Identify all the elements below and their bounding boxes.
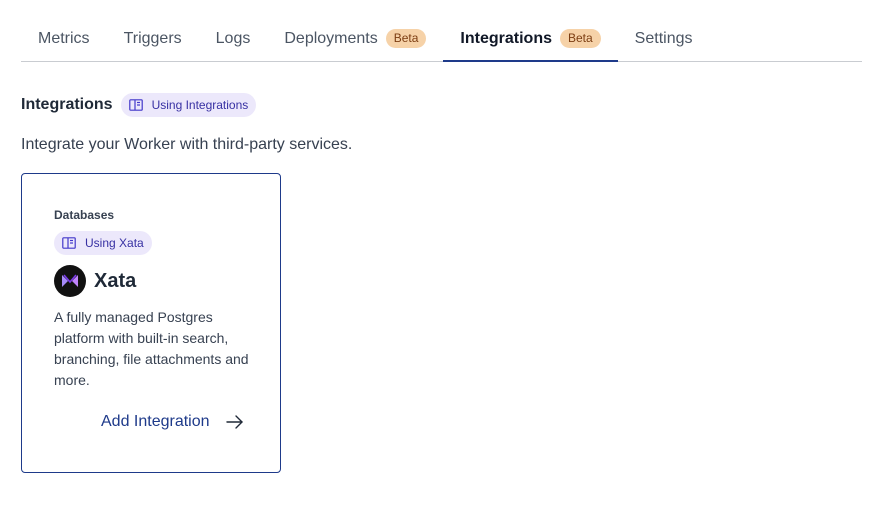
doc-link-label: Using Xata xyxy=(85,236,144,250)
integration-name: Xata xyxy=(94,269,137,292)
tab-label: Logs xyxy=(215,29,251,47)
tab-metrics[interactable]: Metrics xyxy=(21,16,107,61)
book-icon xyxy=(62,237,76,249)
add-integration-label: Add Integration xyxy=(101,413,210,430)
tab-settings[interactable]: Settings xyxy=(618,16,710,61)
integration-card-xata: Databases Using Xata Xata A fully manage… xyxy=(21,173,281,473)
tab-logs[interactable]: Logs xyxy=(199,16,268,61)
card-category: Databases xyxy=(54,208,115,222)
tab-label: Deployments xyxy=(284,29,378,47)
integration-description: A fully managed Postgres platform with b… xyxy=(54,309,249,388)
tab-label: Triggers xyxy=(123,29,182,47)
integrations-page: Metrics Triggers Logs Deployments Beta I… xyxy=(0,0,874,509)
tab-bar: Metrics Triggers Logs Deployments Beta I… xyxy=(21,16,862,62)
doc-link-label: Using Integrations xyxy=(151,98,249,112)
section-header: Integrations Using Integrations xyxy=(21,93,257,117)
brand-row: Xata xyxy=(54,265,136,297)
tab-deployments[interactable]: Deployments Beta xyxy=(267,16,443,61)
xata-logo-icon xyxy=(54,265,86,297)
tab-triggers[interactable]: Triggers xyxy=(107,16,199,61)
using-xata-link[interactable]: Using Xata xyxy=(54,231,152,255)
tab-label: Settings xyxy=(634,29,693,47)
tab-label: Integrations xyxy=(460,29,552,47)
add-integration-button[interactable]: Add Integration xyxy=(101,413,244,431)
tab-label: Metrics xyxy=(38,29,90,47)
tab-integrations[interactable]: Integrations Beta xyxy=(443,16,618,62)
section-title: Integrations xyxy=(21,96,113,113)
beta-badge: Beta xyxy=(559,29,601,48)
arrow-right-icon xyxy=(225,415,244,429)
beta-badge: Beta xyxy=(385,29,427,48)
book-icon xyxy=(128,99,143,111)
section-description: Integrate your Worker with third-party s… xyxy=(21,136,353,153)
using-integrations-link[interactable]: Using Integrations xyxy=(120,93,257,117)
